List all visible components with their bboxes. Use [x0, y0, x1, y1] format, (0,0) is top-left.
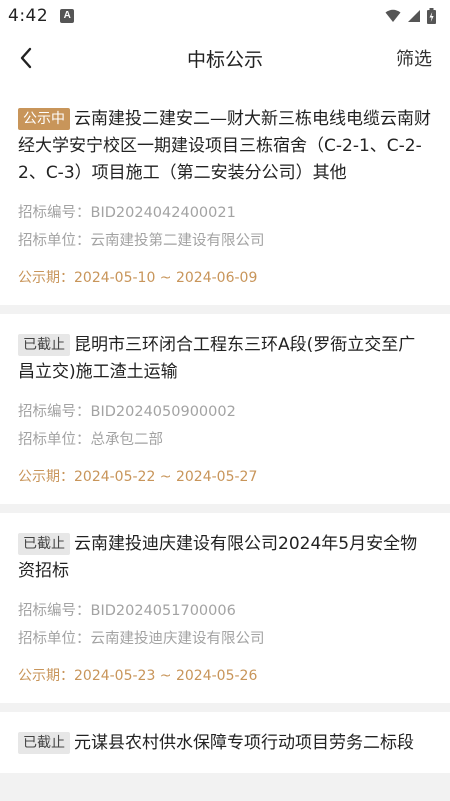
page-title: 中标公示 — [186, 48, 263, 71]
bid-meta: 招标编号：BID2024051700006 招标单位：云南建投迪庆建设有限公司 — [18, 597, 432, 653]
nav-bar: 中标公示 筛选 — [0, 32, 450, 84]
status-badge: 公示中 — [18, 108, 70, 130]
bid-title-text: 元谋县农村供水保障专项行动项目劳务二标段 — [74, 733, 414, 753]
status-icons — [385, 8, 436, 24]
bid-meta: 招标编号：BID2024042400021 招标单位：云南建投第二建设有限公司 — [18, 199, 432, 255]
bid-number-label: 招标编号： — [18, 404, 91, 420]
status-badge: 已截止 — [18, 334, 70, 356]
status-time: 4:42 — [8, 6, 49, 26]
bid-unit-value: 云南建投第二建设有限公司 — [90, 233, 265, 249]
bid-number-row: 招标编号：BID2024042400021 — [18, 199, 432, 227]
signal-icon — [408, 10, 420, 22]
bid-unit-label: 招标单位： — [18, 233, 91, 249]
status-bar: 4:42 A — [0, 0, 450, 32]
bid-title: 已截止 云南建投迪庆建设有限公司2024年5月安全物资招标 — [18, 531, 432, 585]
period-label: 公示期： — [18, 270, 74, 286]
bid-title-text: 云南建投迪庆建设有限公司2024年5月安全物资招标 — [18, 534, 418, 581]
bid-title: 公示中 云南建投二建安二—财大新三栋电线电缆云南财经大学安宁校区一期建设项目三栋宿… — [18, 106, 432, 187]
bid-unit-row: 招标单位：总承包二部 — [18, 426, 432, 454]
bid-meta: 招标编号：BID2024050900002 招标单位：总承包二部 — [18, 398, 432, 454]
bid-unit-row: 招标单位：云南建投第二建设有限公司 — [18, 227, 432, 255]
bid-card[interactable]: 已截止 昆明市三环闭合工程东三环A段(罗衙立交至广昌立交)施工渣土运输 招标编号：… — [0, 314, 450, 504]
period-value: 2024-05-10 ~ 2024-06-09 — [74, 270, 258, 286]
bid-number-row: 招标编号：BID2024051700006 — [18, 597, 432, 625]
bid-number-row: 招标编号：BID2024050900002 — [18, 398, 432, 426]
bid-title: 已截止 元谋县农村供水保障专项行动项目劳务二标段 — [18, 730, 432, 757]
wifi-icon — [385, 9, 401, 22]
bid-title: 已截止 昆明市三环闭合工程东三环A段(罗衙立交至广昌立交)施工渣土运输 — [18, 332, 432, 386]
notification-a-icon: A — [60, 9, 75, 23]
publicity-period: 公示期：2024-05-10 ~ 2024-06-09 — [18, 267, 432, 289]
battery-icon — [427, 8, 436, 24]
back-button[interactable] — [12, 44, 40, 72]
bid-number-value: BID2024050900002 — [90, 404, 236, 420]
bid-unit-row: 招标单位：云南建投迪庆建设有限公司 — [18, 625, 432, 653]
chevron-left-icon — [20, 47, 32, 69]
period-value: 2024-05-22 ~ 2024-05-27 — [74, 469, 258, 485]
period-value: 2024-05-23 ~ 2024-05-26 — [74, 668, 258, 684]
publicity-period: 公示期：2024-05-23 ~ 2024-05-26 — [18, 665, 432, 687]
bid-unit-value: 总承包二部 — [90, 432, 164, 448]
bid-card[interactable]: 公示中 云南建投二建安二—财大新三栋电线电缆云南财经大学安宁校区一期建设项目三栋宿… — [0, 88, 450, 305]
bid-card[interactable]: 已截止 云南建投迪庆建设有限公司2024年5月安全物资招标 招标编号：BID202… — [0, 513, 450, 703]
bid-unit-label: 招标单位： — [18, 631, 91, 647]
bid-title-text: 云南建投二建安二—财大新三栋电线电缆云南财经大学安宁校区一期建设项目三栋宿舍（C… — [18, 109, 431, 183]
bid-number-label: 招标编号： — [18, 205, 91, 221]
bid-unit-value: 云南建投迪庆建设有限公司 — [90, 631, 265, 647]
status-badge: 已截止 — [18, 533, 70, 555]
bid-title-text: 昆明市三环闭合工程东三环A段(罗衙立交至广昌立交)施工渣土运输 — [18, 335, 416, 382]
bid-number-label: 招标编号： — [18, 603, 91, 619]
bid-unit-label: 招标单位： — [18, 432, 91, 448]
status-badge: 已截止 — [18, 732, 70, 754]
bid-card[interactable]: 已截止 元谋县农村供水保障专项行动项目劳务二标段 — [0, 712, 450, 773]
bid-list: 公示中 云南建投二建安二—财大新三栋电线电缆云南财经大学安宁校区一期建设项目三栋宿… — [0, 88, 450, 801]
publicity-period: 公示期：2024-05-22 ~ 2024-05-27 — [18, 466, 432, 488]
bid-number-value: BID2024042400021 — [90, 205, 236, 221]
period-label: 公示期： — [18, 668, 74, 684]
filter-button[interactable]: 筛选 — [396, 45, 432, 71]
period-label: 公示期： — [18, 469, 74, 485]
bid-number-value: BID2024051700006 — [90, 603, 236, 619]
